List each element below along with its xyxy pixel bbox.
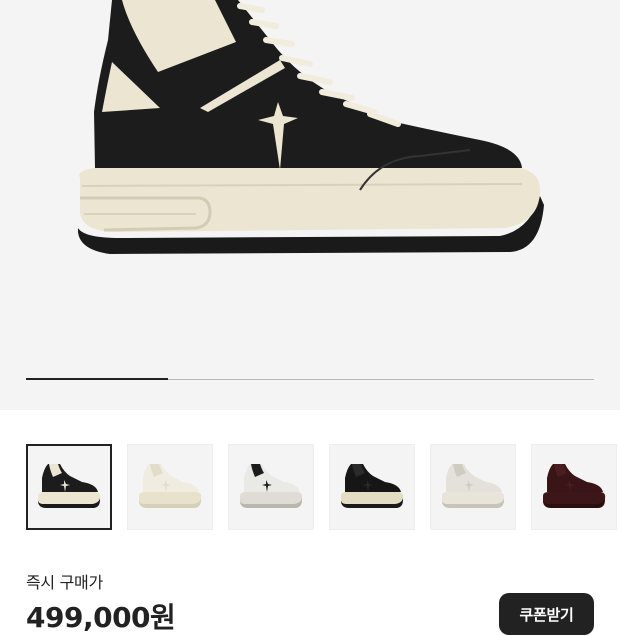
price-value: 499,000원 bbox=[26, 601, 176, 634]
sneaker-icon bbox=[240, 464, 303, 508]
gallery-progress-track bbox=[26, 378, 594, 380]
main-product-image bbox=[78, 0, 544, 254]
coupon-button[interactable]: 쿠폰받기 bbox=[499, 593, 594, 635]
product-image-gallery[interactable] bbox=[0, 0, 620, 410]
gallery-progress-indicator bbox=[26, 378, 168, 380]
thumb-burgundy[interactable] bbox=[531, 444, 617, 530]
thumb-all-black[interactable] bbox=[329, 444, 415, 530]
thumb-cream-white[interactable] bbox=[127, 444, 213, 530]
sneaker-icon bbox=[442, 464, 505, 508]
sneaker-icon bbox=[341, 464, 404, 508]
thumb-white-black[interactable] bbox=[228, 444, 314, 530]
thumbnail-list bbox=[26, 444, 620, 532]
sneaker-icon bbox=[543, 464, 606, 508]
sneaker-icon bbox=[139, 464, 202, 508]
sneaker-icon bbox=[38, 464, 101, 508]
instant-price-label: 즉시 구매가 bbox=[26, 573, 103, 592]
thumb-black-cream[interactable] bbox=[26, 444, 112, 530]
thumb-pearl-grey[interactable] bbox=[430, 444, 516, 530]
